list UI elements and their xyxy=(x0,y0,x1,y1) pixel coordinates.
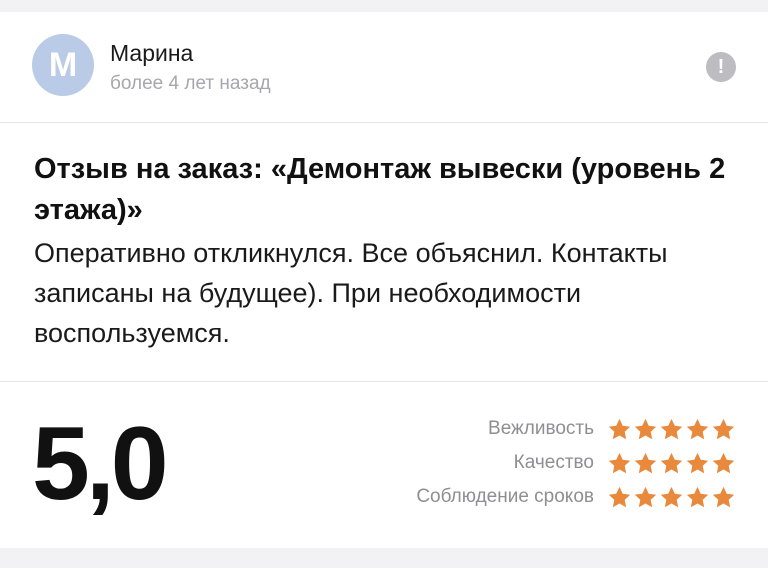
review-card: М Марина более 4 лет назад ! Отзыв на за… xyxy=(0,12,768,548)
review-ratings-section: 5,0 Вежливость Качество Соблюдение сроко… xyxy=(0,382,768,548)
rating-row-politeness: Вежливость xyxy=(416,412,736,446)
star-icon xyxy=(634,486,657,507)
star-icon xyxy=(608,452,631,473)
star-icon xyxy=(712,486,735,507)
rating-label: Вежливость xyxy=(488,418,594,439)
rating-row-deadlines: Соблюдение сроков xyxy=(416,480,736,514)
rating-label: Качество xyxy=(513,452,594,473)
star-rating xyxy=(606,417,736,442)
star-icon xyxy=(686,452,709,473)
star-rating xyxy=(606,485,736,510)
star-icon xyxy=(686,418,709,439)
star-icon xyxy=(712,418,735,439)
star-icon xyxy=(712,452,735,473)
avatar[interactable]: М xyxy=(32,34,94,96)
star-icon xyxy=(686,486,709,507)
review-title: Отзыв на заказ: «Демонтаж вывески (урове… xyxy=(34,153,726,226)
review-text: Оперативно откликнулся. Все объяснил. Ко… xyxy=(34,238,668,348)
star-icon xyxy=(660,418,683,439)
star-icon xyxy=(660,452,683,473)
star-rating xyxy=(606,451,736,476)
star-icon xyxy=(634,452,657,473)
star-icon xyxy=(608,486,631,507)
review-time: более 4 лет назад xyxy=(110,73,271,94)
exclamation-circle-icon[interactable]: ! xyxy=(706,52,736,82)
author-name[interactable]: Марина xyxy=(110,40,193,67)
review-header: М Марина более 4 лет назад ! xyxy=(0,12,768,123)
rating-row-quality: Качество xyxy=(416,446,736,480)
star-icon xyxy=(634,418,657,439)
rating-list: Вежливость Качество Соблюдение сроков xyxy=(416,412,736,514)
star-icon xyxy=(608,418,631,439)
rating-label: Соблюдение сроков xyxy=(416,486,594,507)
review-body: Отзыв на заказ: «Демонтаж вывески (урове… xyxy=(0,123,768,382)
star-icon xyxy=(660,486,683,507)
overall-score: 5,0 xyxy=(32,406,169,522)
